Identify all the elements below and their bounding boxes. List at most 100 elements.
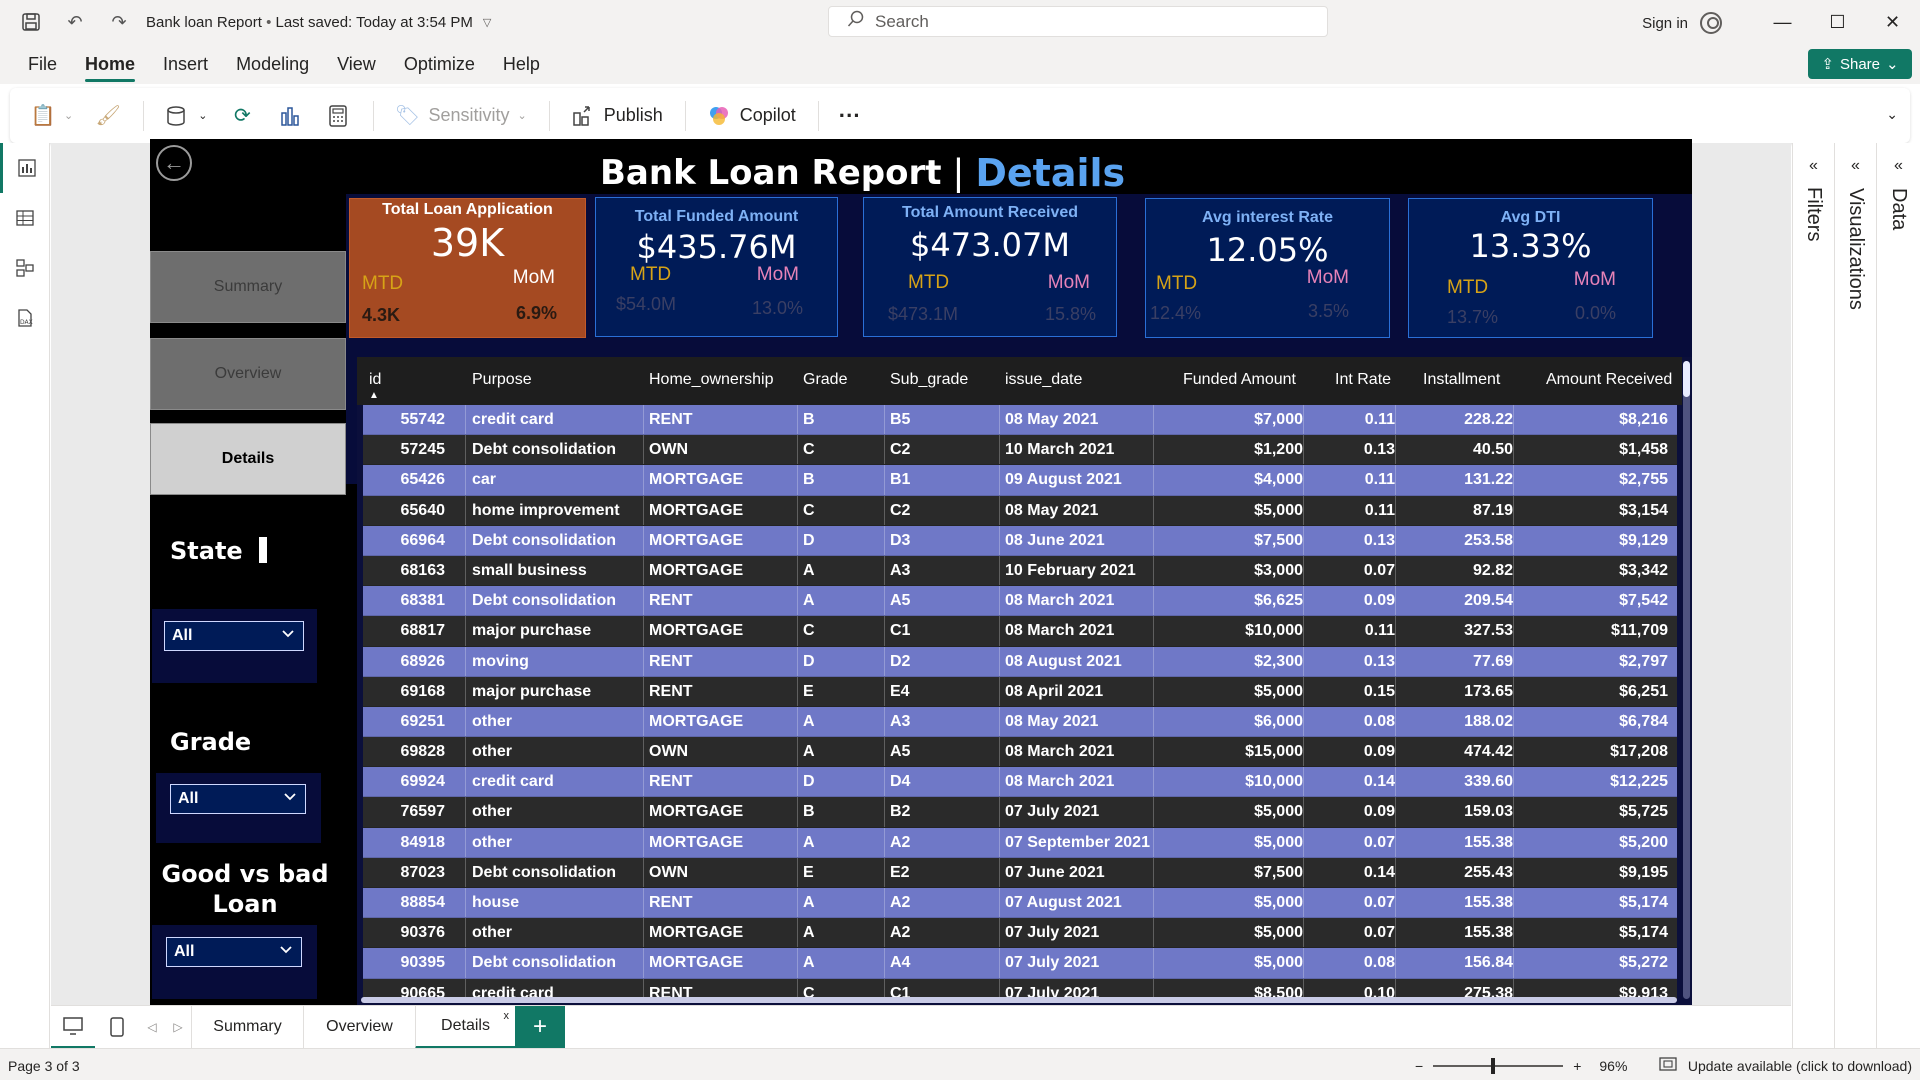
copilot-button[interactable]: Copilot xyxy=(706,103,796,129)
table-row[interactable]: 65426 car MORTGAGE B B1 09 August 2021 $4,000 0… xyxy=(363,465,1677,496)
menu-optimize[interactable]: Optimize xyxy=(404,44,475,84)
table-row[interactable]: 69168 major purchase RENT E E4 08 April 2021 $… xyxy=(363,676,1677,707)
sensitivity-button[interactable]: 🏷 Sensitivity ⌄ xyxy=(394,103,527,129)
save-icon[interactable] xyxy=(20,11,42,33)
nav-details-button[interactable]: Details xyxy=(150,423,346,495)
table-row[interactable]: 66964 Debt consolidation MORTGAGE D D3 08 Jun… xyxy=(363,525,1677,556)
table-row[interactable]: 68817 major purchase MORTGAGE C C1 08 March 2… xyxy=(363,616,1677,647)
add-page-button[interactable]: + xyxy=(515,1005,565,1049)
share-button[interactable]: ⇪ Share ⌄ xyxy=(1808,49,1912,79)
nav-summary-button[interactable]: Summary xyxy=(150,251,346,323)
expand-chevron-icon[interactable]: « xyxy=(1835,157,1876,175)
table-row[interactable]: 69251 other MORTGAGE A A3 08 May 2021 $6,000 0.… xyxy=(363,706,1677,738)
table-row[interactable]: 90395 Debt consolidation MORTGAGE A A4 07 Jul… xyxy=(363,948,1677,979)
grade-slicer-dropdown[interactable]: All xyxy=(170,784,306,814)
column-header-home-ownership[interactable]: Home_ownership xyxy=(649,371,774,389)
sign-in-button[interactable]: Sign in xyxy=(1642,12,1722,34)
page-tab-details[interactable]: Details x xyxy=(415,1005,515,1049)
column-divider xyxy=(643,948,644,978)
back-arrow-icon[interactable]: ← xyxy=(156,145,192,181)
zoom-slider[interactable] xyxy=(1433,1057,1564,1074)
nav-overview-button[interactable]: Overview xyxy=(150,338,346,410)
column-header-amount-received[interactable]: Amount Received xyxy=(1546,371,1672,389)
column-header-id[interactable]: id xyxy=(369,371,381,389)
table-row[interactable]: 87023 Debt consolidation OWN E E2 07 June 202… xyxy=(363,857,1677,888)
expand-chevron-icon[interactable]: « xyxy=(1877,157,1920,175)
good-vs-bad-slicer-dropdown[interactable]: All xyxy=(166,937,302,967)
model-view-icon[interactable] xyxy=(0,243,50,293)
page-tab-summary[interactable]: Summary xyxy=(191,1005,303,1049)
get-data-button[interactable]: ⌄ xyxy=(164,103,207,129)
table-row[interactable]: 88854 house RENT A A2 07 August 2021 $5,000 0.0… xyxy=(363,888,1677,919)
desktop-layout-icon[interactable] xyxy=(51,1006,95,1049)
column-header-installment[interactable]: Installment xyxy=(1423,371,1500,389)
expand-chevron-icon[interactable]: « xyxy=(1793,157,1834,175)
kpi-card-avg-interest-rate[interactable]: Avg interest Rate 12.05% MTD MoM 12.4% 3… xyxy=(1145,198,1390,338)
zoom-slider-thumb[interactable] xyxy=(1491,1057,1496,1074)
table-row[interactable]: 84918 other MORTGAGE A A2 07 September 2021 $5… xyxy=(363,827,1677,858)
search-box[interactable]: Search xyxy=(828,6,1328,37)
table-row[interactable]: 68163 small business MORTGAGE A A3 10 Februar… xyxy=(363,555,1677,587)
more-options-button[interactable]: ··· xyxy=(839,103,861,129)
new-calculation-button[interactable] xyxy=(325,103,351,129)
zoom-out-icon[interactable]: − xyxy=(1415,1058,1423,1074)
table-row[interactable]: 55742 credit card RENT B B5 08 May 2021 $7,000… xyxy=(363,405,1677,436)
filters-pane[interactable]: « Filters xyxy=(1792,143,1834,1048)
data-pane[interactable]: « Data xyxy=(1876,143,1920,1048)
maximize-icon[interactable]: ☐ xyxy=(1810,0,1865,44)
format-painter-button[interactable]: 🖌 xyxy=(95,103,121,129)
menu-file[interactable]: File xyxy=(28,44,57,84)
visualizations-pane[interactable]: « Visualizations xyxy=(1834,143,1876,1048)
table-row[interactable]: 68381 Debt consolidation RENT A A5 08 March 2… xyxy=(363,586,1677,617)
table-row[interactable]: 76597 other MORTGAGE B B2 07 July 2021 $5,000 0… xyxy=(363,797,1677,828)
zoom-in-icon[interactable]: + xyxy=(1573,1058,1581,1074)
close-tab-icon[interactable]: x xyxy=(504,1010,510,1022)
table-view-icon[interactable] xyxy=(0,193,50,243)
vertical-scrollbar[interactable] xyxy=(1683,361,1690,999)
table-row[interactable]: 69924 credit card RENT D D4 08 March 2021 $10,… xyxy=(363,767,1677,798)
undo-icon[interactable]: ↶ xyxy=(64,11,86,33)
page-tab-overview[interactable]: Overview xyxy=(303,1005,415,1049)
paste-button[interactable]: 📋 ⌄ xyxy=(30,103,74,129)
kpi-card-total-loan-applications[interactable]: Total Loan Application 39K MTD MoM 4.3K … xyxy=(349,198,586,338)
menu-help[interactable]: Help xyxy=(503,44,540,84)
column-header-issue-date[interactable]: issue_date xyxy=(1005,371,1082,389)
vertical-scrollbar-thumb[interactable] xyxy=(1683,361,1690,397)
publish-button[interactable]: Publish xyxy=(570,103,663,129)
menu-modeling[interactable]: Modeling xyxy=(236,44,309,84)
table-row[interactable]: 69828 other OWN A A5 08 March 2021 $15,000 0.09… xyxy=(363,737,1677,768)
table-row[interactable]: 68926 moving RENT D D2 08 August 2021 $2,300 0.… xyxy=(363,646,1677,677)
column-header-funded-amount[interactable]: Funded Amount xyxy=(1183,371,1296,389)
new-visual-button[interactable] xyxy=(277,103,303,129)
column-header-int-rate[interactable]: Int Rate xyxy=(1335,371,1391,389)
table-row[interactable]: 90376 other MORTGAGE A A2 07 July 2021 $5,000 0… xyxy=(363,918,1677,949)
column-header-purpose[interactable]: Purpose xyxy=(472,371,532,389)
report-view-icon[interactable] xyxy=(0,143,50,193)
fit-to-page-icon[interactable] xyxy=(1659,1057,1678,1074)
menu-home[interactable]: Home xyxy=(85,44,136,84)
dax-query-view-icon[interactable]: DAX xyxy=(0,293,50,343)
menu-insert[interactable]: Insert xyxy=(163,44,208,84)
chevron-down-icon[interactable]: ▽ xyxy=(483,16,491,29)
previous-page-icon[interactable]: ◁ xyxy=(139,1006,165,1049)
ribbon-collapse-icon[interactable]: ⌄ xyxy=(1886,106,1898,123)
kpi-card-total-funded-amount[interactable]: Total Funded Amount $435.76M MTD MoM $54… xyxy=(595,197,838,337)
menu-view[interactable]: View xyxy=(337,44,376,84)
zoom-level[interactable]: 96% xyxy=(1599,1058,1627,1074)
close-icon[interactable]: ✕ xyxy=(1865,0,1920,44)
kpi-card-total-amount-received[interactable]: Total Amount Received $473.07M MTD MoM $… xyxy=(863,197,1117,337)
loan-details-table[interactable]: id ▲ Purpose Home_ownership Grade Sub_gr… xyxy=(357,357,1692,1005)
refresh-button[interactable]: ⟳ xyxy=(229,103,255,129)
state-slicer-dropdown[interactable]: All xyxy=(164,621,304,651)
horizontal-scrollbar[interactable] xyxy=(361,997,1677,1003)
minimize-icon[interactable]: — xyxy=(1755,0,1810,44)
redo-icon[interactable]: ↷ xyxy=(108,11,130,33)
table-row[interactable]: 65640 home improvement MORTGAGE C C2 08 May 2… xyxy=(363,495,1677,526)
kpi-card-avg-dti[interactable]: Avg DTI 13.33% MTD MoM 13.7% 0.0% xyxy=(1408,198,1653,338)
table-row[interactable]: 57245 Debt consolidation OWN C C2 10 March 20… xyxy=(363,435,1677,466)
update-available-link[interactable]: Update available (click to download) xyxy=(1688,1058,1912,1074)
mobile-layout-icon[interactable] xyxy=(95,1006,139,1049)
column-header-sub-grade[interactable]: Sub_grade xyxy=(890,371,968,389)
column-header-grade[interactable]: Grade xyxy=(803,371,847,389)
next-page-icon[interactable]: ▷ xyxy=(165,1006,191,1049)
